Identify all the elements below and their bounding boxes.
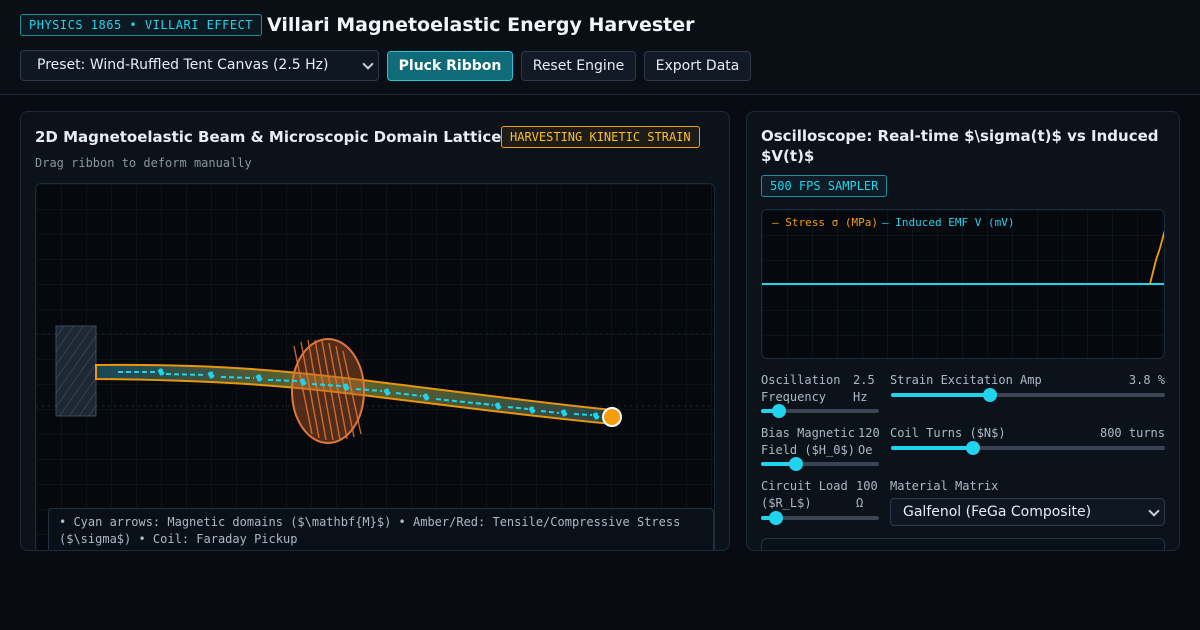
turns-label: Coil Turns ($N$) [890, 426, 1006, 440]
scope-title-line-2: $V(t)$ [761, 147, 815, 165]
legend-emf: — Induced EMF V (mV) [882, 216, 1015, 229]
legend-stress: — Stress σ (MPa) [772, 216, 878, 229]
beam-panel-title: 2D Magnetoelastic Beam & Microscopic Dom… [35, 128, 502, 146]
legend-line-2: ($\sigma$) • Coil: Faraday Pickup [59, 532, 298, 546]
oscilloscope-svg [762, 210, 1164, 358]
oscilloscope-screen: — Stress σ (MPa) — Induced EMF V (mV) [761, 209, 1165, 359]
readout-card [761, 538, 1165, 550]
load-value: 100 Ω [856, 479, 878, 510]
strain-label: Strain Excitation Amp [890, 373, 1042, 387]
bias-slider-thumb[interactable] [789, 457, 804, 471]
export-data-button[interactable]: Export Data [644, 51, 751, 81]
reset-engine-button[interactable]: Reset Engine [521, 51, 636, 81]
turns-slider[interactable] [891, 441, 1165, 455]
strain-value: 3.8 % [1128, 373, 1165, 387]
oscilloscope-panel: Oscilloscope: Real-time $\sigma(t)$ vs I… [746, 111, 1180, 551]
strain-slider[interactable] [891, 388, 1165, 402]
chevron-down-icon [362, 58, 374, 70]
ribbon-tip-handle[interactable] [602, 407, 622, 427]
physics-tag: PHYSICS 1865 • VILLARI EFFECT [20, 14, 263, 36]
bias-label: Bias Magnetic Field ($H_0$) [761, 426, 855, 457]
bias-slider[interactable] [761, 457, 879, 471]
faraday-coil [291, 338, 365, 444]
scope-title-line-1: Oscilloscope: Real-time $\sigma(t)$ vs I… [761, 127, 1159, 145]
legend-line-1: • Cyan arrows: Magnetic domains ($\mathb… [59, 515, 681, 529]
beam-canvas[interactable]: • Cyan arrows: Magnetic domains ($\mathb… [35, 183, 715, 550]
freq-value: 2.5 Hz [853, 373, 875, 404]
beam-legend: • Cyan arrows: Magnetic domains ($\mathb… [48, 508, 714, 550]
load-label: Circuit Load ($R_L$) [761, 479, 848, 510]
harvesting-status-badge: HARVESTING KINETIC STRAIN [501, 126, 700, 148]
header-bar: PHYSICS 1865 • VILLARI EFFECT Villari Ma… [0, 0, 1200, 95]
load-slider[interactable] [761, 511, 879, 525]
strain-slider-thumb[interactable] [982, 388, 997, 402]
pluck-ribbon-button[interactable]: Pluck Ribbon [387, 51, 513, 81]
page-title: Villari Magnetoelastic Energy Harvester [267, 14, 695, 36]
chevron-down-icon [1148, 505, 1160, 517]
beam-simulation-svg [36, 184, 714, 550]
material-select[interactable]: Galfenol (FeGa Composite) [890, 498, 1165, 526]
freq-slider[interactable] [761, 404, 879, 418]
turns-value: 800 turns [1099, 426, 1165, 440]
bias-value: 120 Oe [858, 426, 880, 457]
sampler-badge: 500 FPS SAMPLER [761, 175, 888, 197]
preset-select-value: Preset: Wind-Ruffled Tent Canvas (2.5 Hz… [37, 57, 329, 73]
load-slider-thumb[interactable] [769, 511, 784, 525]
beam-panel: 2D Magnetoelastic Beam & Microscopic Dom… [20, 111, 730, 551]
preset-select[interactable]: Preset: Wind-Ruffled Tent Canvas (2.5 Hz… [20, 50, 379, 81]
material-label: Material Matrix [890, 479, 999, 493]
turns-slider-thumb[interactable] [966, 441, 981, 455]
freq-label: Oscillation Frequency [761, 373, 841, 404]
freq-slider-thumb[interactable] [771, 404, 786, 418]
material-select-value: Galfenol (FeGa Composite) [903, 504, 1092, 520]
drag-hint: Drag ribbon to deform manually [35, 156, 252, 170]
